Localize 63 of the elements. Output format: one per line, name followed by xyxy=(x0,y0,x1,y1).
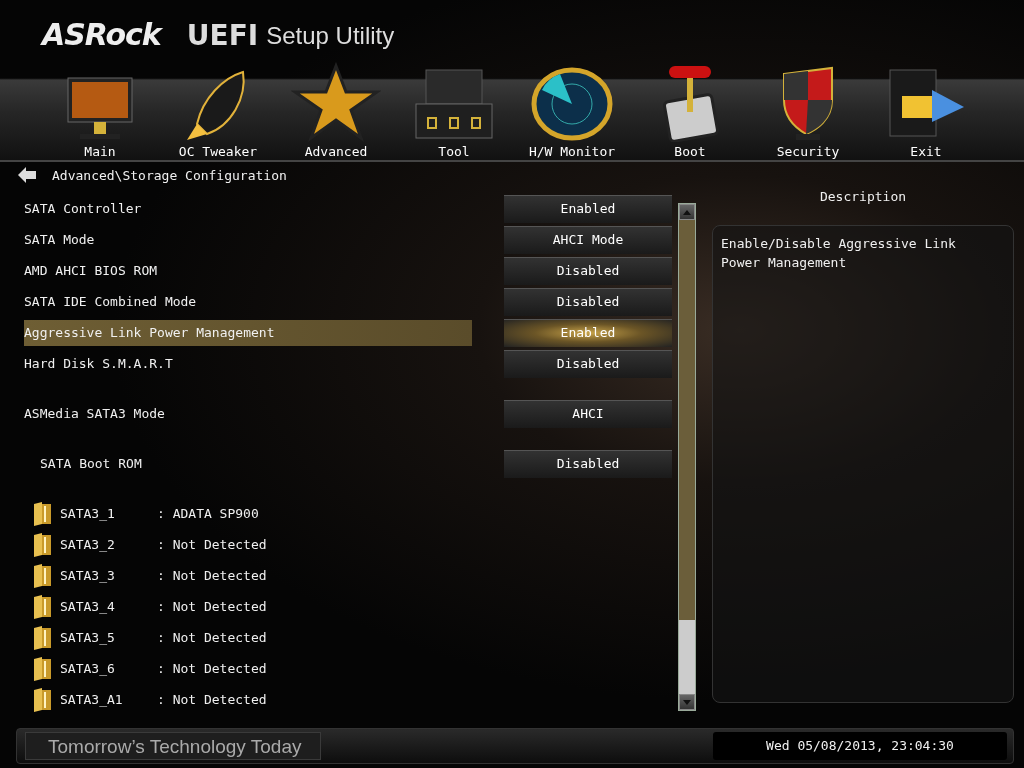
setting-label[interactable]: Aggressive Link Power Management xyxy=(24,319,472,346)
setting-label[interactable]: Hard Disk S.M.A.R.T xyxy=(24,350,472,377)
caret-down-icon xyxy=(683,699,691,705)
setting-label[interactable]: SATA Mode xyxy=(24,226,472,253)
setting-value[interactable]: Enabled xyxy=(504,318,672,347)
nav-tab[interactable]: Advanced xyxy=(277,52,395,162)
scroll-down-button[interactable] xyxy=(679,694,695,710)
brand-logo: ASRock xyxy=(42,17,161,52)
port-device: : Not Detected xyxy=(157,661,267,676)
port-name: SATA3_6 xyxy=(60,661,116,676)
port-device: : Not Detected xyxy=(157,630,267,645)
product-title: UEFI xyxy=(186,19,259,52)
folder-icon xyxy=(32,656,52,681)
port-name: SATA3_3 xyxy=(60,568,116,583)
setting-value[interactable]: Enabled xyxy=(504,194,672,223)
port-device: : Not Detected xyxy=(157,537,267,552)
setting-label[interactable]: AMD AHCI BIOS ROM xyxy=(24,257,472,284)
setting-value[interactable]: Disabled xyxy=(504,287,672,316)
product-subtitle: Setup Utility xyxy=(266,22,395,51)
folder-icon xyxy=(32,687,52,712)
setting-value[interactable]: Disabled xyxy=(504,449,672,478)
nav-tab[interactable]: OC Tweaker xyxy=(159,52,277,162)
scrollbar[interactable] xyxy=(678,203,696,711)
setting-value[interactable]: AHCI Mode xyxy=(504,225,672,254)
folder-icon xyxy=(32,501,52,526)
folder-icon xyxy=(32,532,52,557)
setting-value[interactable]: Disabled xyxy=(504,256,672,285)
port-name: SATA3_2 xyxy=(60,537,116,552)
nav-tab[interactable]: Boot xyxy=(631,52,749,162)
slogan: Tomorrow’s Technology Today xyxy=(25,732,321,760)
date-time: Wed 05/08/2013, 23:04:30 xyxy=(713,732,1007,760)
setting-value[interactable]: Disabled xyxy=(504,349,672,378)
setting-value[interactable]: AHCI xyxy=(504,399,672,428)
scroll-up-button[interactable] xyxy=(679,204,695,220)
folder-icon xyxy=(32,625,52,650)
nav-tab[interactable]: Tool xyxy=(395,52,513,162)
radar-icon xyxy=(530,66,614,142)
port-device: : ADATA SP900 xyxy=(157,506,259,521)
port-name: SATA3_5 xyxy=(60,630,116,645)
port-device: : Not Detected xyxy=(157,599,267,614)
caret-up-icon xyxy=(683,209,691,215)
port-name: SATA3_A1 xyxy=(60,692,124,707)
port-name: SATA3_4 xyxy=(60,599,116,614)
setting-label[interactable]: ASMedia SATA3 Mode xyxy=(24,400,472,427)
setting-label[interactable]: SATA Controller xyxy=(24,195,472,222)
back-arrow-icon[interactable] xyxy=(18,167,36,183)
breadcrumb: Advanced\Storage Configuration xyxy=(52,167,287,183)
star-icon xyxy=(291,62,381,142)
nav-tab[interactable]: Main xyxy=(41,52,159,162)
nav-tab[interactable]: Security xyxy=(749,52,867,162)
description-title: Description xyxy=(819,189,907,206)
scroll-thumb[interactable] xyxy=(679,220,695,620)
toolbox-icon xyxy=(412,66,496,142)
description-text: Enable/Disable Aggressive Link Power Management xyxy=(721,235,957,272)
port-name: SATA3_1 xyxy=(60,506,116,521)
nav-tab[interactable]: H/W Monitor xyxy=(513,52,631,162)
port-device: : Not Detected xyxy=(157,692,267,707)
nav-tab[interactable]: Exit xyxy=(867,52,985,162)
setting-label[interactable]: SATA Boot ROM xyxy=(40,450,472,477)
setting-label[interactable]: SATA IDE Combined Mode xyxy=(24,288,472,315)
folder-icon xyxy=(32,594,52,619)
folder-icon xyxy=(32,563,52,588)
port-device: : Not Detected xyxy=(157,568,267,583)
